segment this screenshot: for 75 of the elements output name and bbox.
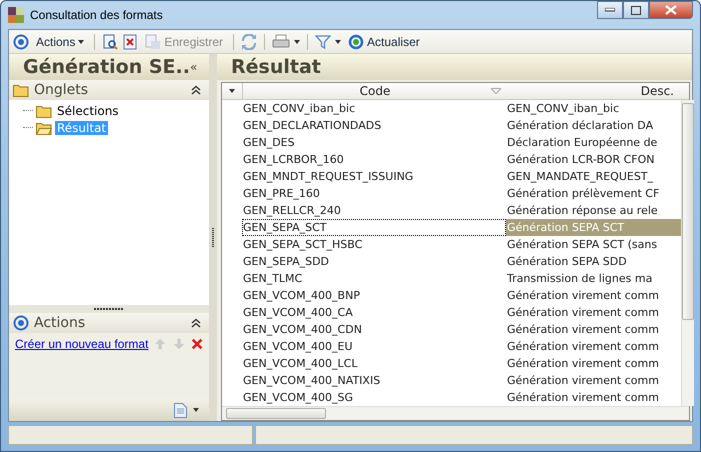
table-cell[interactable]: Génération prélèvement CF <box>506 185 681 202</box>
open-folder-icon <box>36 122 52 134</box>
document-icon[interactable] <box>174 402 187 418</box>
save-icon <box>145 34 162 50</box>
table-cell[interactable]: GEN_VCOM_400_CA <box>242 304 506 321</box>
table-cell[interactable]: GEN_DES <box>242 134 506 151</box>
target-icon <box>13 34 29 50</box>
splitter-handle[interactable] <box>212 228 214 248</box>
table-cell[interactable]: GEN_VCOM_400_EU <box>242 338 506 355</box>
table-cell[interactable]: GEN_DECLARATIONDADS <box>242 117 506 134</box>
caret-icon[interactable] <box>335 40 342 44</box>
collapse-icon[interactable] <box>191 318 201 328</box>
table-cell[interactable]: Génération SEPA SCT (sans <box>506 236 681 253</box>
refresh-icon <box>348 34 364 50</box>
table-cell[interactable]: Génération LCR-BOR CFON <box>506 151 681 168</box>
table-cell[interactable]: GEN_TLMC <box>242 270 506 287</box>
create-format-link[interactable]: Créer un nouveau format <box>15 337 148 351</box>
minimize-icon <box>605 8 615 12</box>
panel-title: Génération SE.. <box>23 56 190 78</box>
close-button[interactable] <box>649 1 693 19</box>
table-cell[interactable]: Génération virement comm <box>506 338 681 355</box>
column-header[interactable]: Code <box>360 84 390 98</box>
table-cell[interactable]: GEN_VCOM_400_LCL <box>242 355 506 372</box>
table-cell[interactable]: GEN_SEPA_SCT_HSBC <box>242 236 506 253</box>
table-cell[interactable]: GEN_PRE_160 <box>242 185 506 202</box>
section-title: Onglets <box>34 82 90 98</box>
folder-icon <box>13 84 29 96</box>
table-cell[interactable]: Génération SEPA SDD <box>506 253 681 270</box>
delete-document-icon[interactable] <box>122 34 138 50</box>
delete-icon[interactable] <box>190 337 204 351</box>
table-cell[interactable]: Génération réponse au rele <box>506 202 681 219</box>
folder-icon <box>36 104 52 118</box>
table-cell[interactable]: GEN_MANDATE_REQUEST_ <box>506 168 681 185</box>
actions-menu[interactable]: Actions <box>33 34 88 50</box>
target-icon <box>13 315 29 331</box>
app-icon <box>8 7 24 23</box>
window-title: Consultation des formats <box>30 8 164 22</box>
table-cell[interactable]: GEN_LCRBOR_160 <box>242 151 506 168</box>
vertical-scrollbar[interactable] <box>681 100 694 406</box>
collapse-panel-button[interactable]: « <box>190 60 198 74</box>
table-cell[interactable]: GEN_CONV_iban_bic <box>506 100 681 117</box>
minimize-button[interactable] <box>597 1 623 19</box>
maximize-icon <box>631 6 641 14</box>
table-cell[interactable]: GEN_MNDT_REQUEST_ISSUING <box>242 168 506 185</box>
table-cell[interactable]: Génération déclaration DA <box>506 117 681 134</box>
table-cell[interactable]: Génération virement comm <box>506 287 681 304</box>
caret-icon[interactable] <box>294 40 300 44</box>
table-cell[interactable]: Génération virement comm <box>506 389 681 406</box>
caret-icon[interactable] <box>229 89 235 93</box>
collapse-icon[interactable] <box>191 85 201 95</box>
table-cell[interactable]: Génération virement comm <box>506 321 681 338</box>
section-title: Actions <box>34 315 86 331</box>
table-cell[interactable]: GEN_RELLCR_240 <box>242 202 506 219</box>
table-cell[interactable]: GEN_SEPA_SCT <box>242 219 506 236</box>
table-cell[interactable]: Déclaration Européenne de <box>506 134 681 151</box>
close-icon <box>665 5 677 15</box>
tree-item[interactable]: Sélections <box>55 104 121 118</box>
table-cell[interactable]: GEN_SEPA_SDD <box>242 253 506 270</box>
panel-title: Résultat <box>231 56 321 78</box>
table-cell[interactable]: Transmission de lignes ma <box>506 270 681 287</box>
table-cell[interactable]: GEN_VCOM_400_SG <box>242 389 506 406</box>
table-cell[interactable]: GEN_VCOM_400_BNP <box>242 287 506 304</box>
maximize-button[interactable] <box>623 1 649 19</box>
search-document-icon[interactable] <box>102 34 118 50</box>
table-cell[interactable]: Génération virement comm <box>506 355 681 372</box>
table-cell[interactable]: Génération virement comm <box>506 372 681 389</box>
table-cell[interactable]: GEN_VCOM_400_NATIXIS <box>242 372 506 389</box>
table-cell[interactable]: Génération virement comm <box>506 304 681 321</box>
horizontal-scrollbar[interactable] <box>222 406 689 420</box>
caret-icon[interactable] <box>193 408 199 412</box>
table-cell[interactable]: GEN_CONV_iban_bic <box>242 100 506 117</box>
refresh-button[interactable]: Actualiser <box>345 32 423 50</box>
column-header[interactable]: Desc. <box>640 84 674 98</box>
table-cell[interactable]: GEN_VCOM_400_CDN <box>242 321 506 338</box>
splitter-handle[interactable] <box>94 308 124 310</box>
